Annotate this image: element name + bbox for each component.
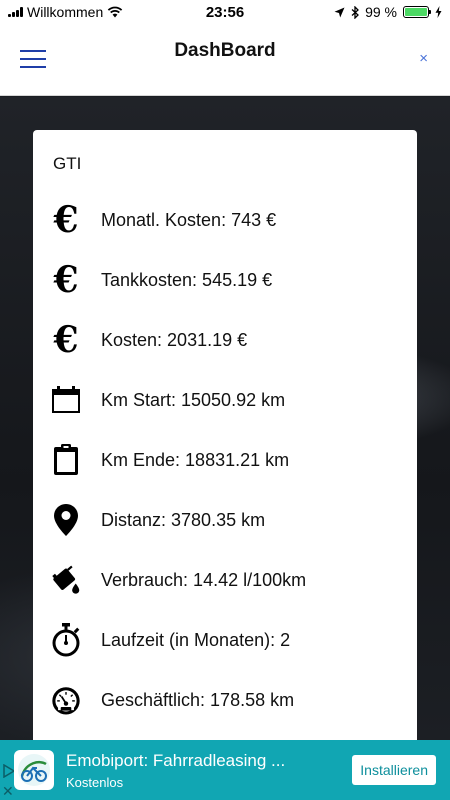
fuel-can-icon [51,562,81,598]
list-item-text: Km Ende: 18831.21 km [101,449,290,470]
ad-banner[interactable]: ✕ Emobiport: Fahrradleasing ... Kostenlo… [0,740,450,800]
charging-bolt-icon [435,6,442,18]
list-item-text: Monatl. Kosten: 743 € [101,209,277,230]
list-item-text: Verbrauch: 14.42 l/100km [101,569,307,590]
stats-list: € Monatl. Kosten: 743 € € Tankkosten: 54… [33,190,417,730]
list-item-total-costs: € Kosten: 2031.19 € [33,310,417,370]
close-button[interactable]: × [419,50,428,67]
card-title: GTI [53,154,82,173]
ad-app-logo [14,750,54,790]
battery-percent: 99 % [365,4,397,20]
stopwatch-icon [51,622,81,658]
list-item-km-start: Km Start: 15050.92 km [33,370,417,430]
euro-icon: € [53,199,79,241]
list-item-duration: Laufzeit (in Monaten): 2 [33,610,417,670]
carrier-label: Willkommen [27,4,104,20]
wifi-icon [108,6,123,18]
ad-close-button[interactable]: ✕ [2,784,14,798]
status-right: 99 % [334,4,442,20]
app-header: DashBoard × [0,24,450,96]
bluetooth-icon [351,5,360,19]
list-item-text: Laufzeit (in Monaten): 2 [101,629,291,650]
list-item-consumption: Verbrauch: 14.42 l/100km [33,550,417,610]
hamburger-line [20,66,46,68]
list-item-text: Km Start: 15050.92 km [101,389,286,410]
list-item-fuel-costs: € Tankkosten: 545.19 € [33,250,417,310]
list-item-text: Geschäftlich: 178.58 km [101,689,295,710]
list-item-business: Geschäftlich: 178.58 km [33,670,417,730]
clipboard-icon [51,442,81,478]
map-pin-icon [51,502,81,538]
location-arrow-icon [334,7,345,17]
ad-title: Emobiport: Fahrradleasing ... [66,751,286,770]
battery-icon [403,6,431,18]
list-item-text: Distanz: 3780.35 km [101,509,266,530]
list-item-distance: Distanz: 3780.35 km [33,490,417,550]
list-item-monthly-costs: € Monatl. Kosten: 743 € [33,190,417,250]
list-item-km-end: Km Ende: 18831.21 km [33,430,417,490]
install-button[interactable]: Installieren [352,755,436,785]
status-left: Willkommen [8,4,123,20]
euro-icon: € [53,319,79,361]
euro-icon: € [53,259,79,301]
calendar-icon [51,382,81,418]
signal-icon [8,7,23,17]
ad-subtitle: Kostenlos [66,775,124,790]
speedometer-icon [51,682,81,718]
list-item-text: Tankkosten: 545.19 € [101,269,273,290]
dashboard-card: GTI € Monatl. Kosten: 743 € € Tankkosten… [33,130,417,750]
page-title: DashBoard [174,40,276,61]
status-bar: Willkommen 23:56 99 % [0,0,450,24]
list-item-text: Kosten: 2031.19 € [101,329,248,350]
battery-level [405,8,427,16]
